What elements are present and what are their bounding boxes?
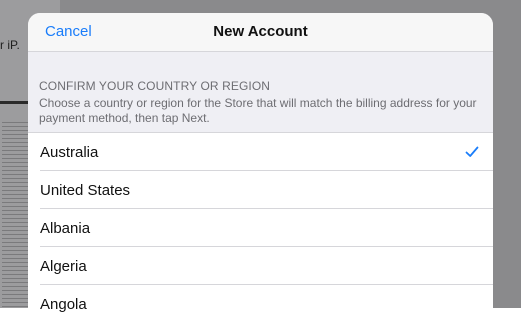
background-text-lines bbox=[2, 122, 28, 308]
navigation-bar: Cancel New Account bbox=[28, 13, 493, 52]
country-label: Algeria bbox=[40, 258, 87, 275]
country-row-australia[interactable]: Australia bbox=[28, 133, 493, 171]
country-row-algeria[interactable]: Algeria bbox=[28, 247, 493, 285]
country-list: Australia United States Albania Algeria … bbox=[28, 132, 493, 313]
country-row-albania[interactable]: Albania bbox=[28, 209, 493, 247]
country-label: Albania bbox=[40, 220, 91, 237]
page-title: New Account bbox=[213, 23, 308, 40]
country-row-angola[interactable]: Angola bbox=[28, 285, 493, 313]
background-page-text: r iP. bbox=[0, 38, 20, 52]
section-description: Choose a country or region for the Store… bbox=[39, 96, 477, 125]
country-label: United States bbox=[40, 182, 131, 199]
country-row-united-states[interactable]: United States bbox=[28, 171, 493, 209]
country-label: Australia bbox=[40, 144, 99, 161]
country-label: Angola bbox=[40, 296, 87, 313]
section-header: CONFIRM YOUR COUNTRY OR REGION Choose a … bbox=[39, 79, 487, 126]
section-heading: CONFIRM YOUR COUNTRY OR REGION bbox=[39, 79, 271, 93]
new-account-sheet: Cancel New Account CONFIRM YOUR COUNTRY … bbox=[28, 13, 493, 313]
checkmark-icon bbox=[465, 146, 479, 157]
